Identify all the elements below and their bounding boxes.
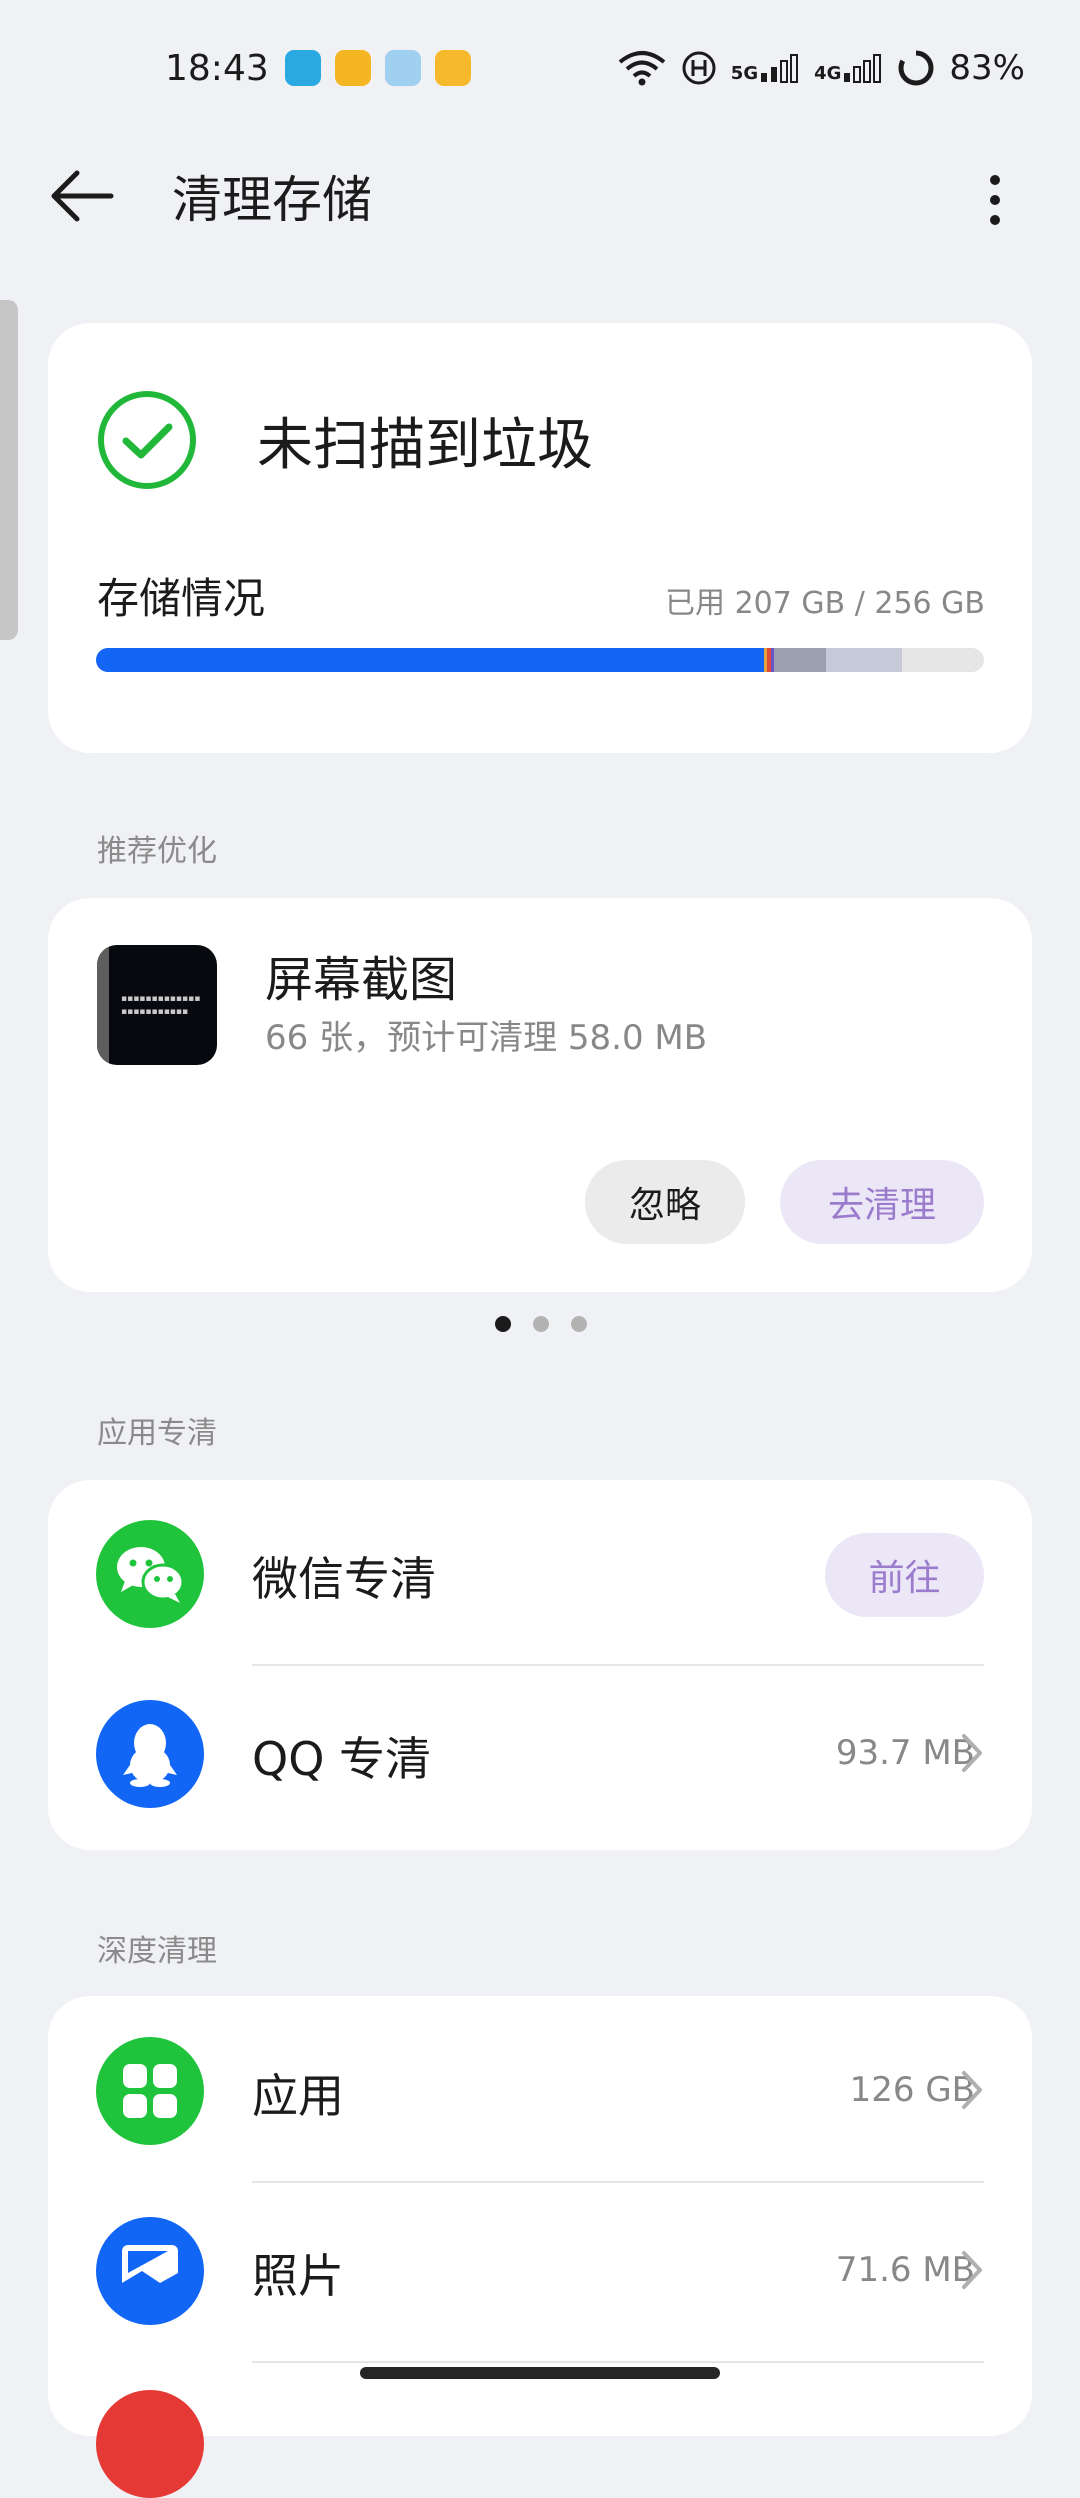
wechat-icon <box>96 1520 204 1628</box>
storage-usage-bar <box>96 648 984 672</box>
recommend-subtitle: 66 张，预计可清理 58.0 MB <box>265 1018 708 1058</box>
chevron-right-icon <box>962 2251 982 2289</box>
photos-size: 71.6 MB <box>835 2250 975 2290</box>
notification-icons <box>285 50 471 86</box>
video-app-notification-icon <box>285 50 321 86</box>
battery-ring-icon <box>898 50 934 86</box>
back-button[interactable] <box>45 160 125 240</box>
chevron-right-icon <box>962 1734 982 1772</box>
side-edge-handle[interactable] <box>0 300 18 640</box>
page-indicator <box>495 1316 587 1332</box>
bar-segment-other <box>774 648 826 672</box>
bar-segment-system <box>825 648 903 672</box>
wifi-icon <box>618 51 666 86</box>
storage-used-text: 已用 207 GB / 256 GB <box>665 586 985 621</box>
page-title: 清理存储 <box>172 171 372 229</box>
more-options-button[interactable] <box>975 160 1015 240</box>
home-indicator[interactable] <box>360 2367 720 2379</box>
section-label-app-clean: 应用专清 <box>97 1416 217 1451</box>
more-dot-icon <box>990 215 1000 225</box>
section-label-recommend: 推荐优化 <box>97 834 217 869</box>
status-time: 18:43 <box>165 48 269 89</box>
ignore-button[interactable]: 忽略 <box>585 1160 745 1244</box>
qq-clean-label: QQ 专清 <box>252 1732 432 1786</box>
game-app-notification-icon <box>385 50 421 86</box>
section-label-deep-clean: 深度清理 <box>97 1934 217 1969</box>
network-5g-label: 5G <box>730 63 759 84</box>
row-divider <box>252 2361 984 2363</box>
next-item-icon <box>96 2390 204 2498</box>
apps-label: 应用 <box>252 2069 344 2123</box>
go-clean-button[interactable]: 去清理 <box>780 1160 984 1244</box>
recommend-title: 屏幕截图 <box>265 952 458 1008</box>
photos-icon <box>96 2217 204 2325</box>
shop-app-notification-icon <box>435 50 471 86</box>
apps-size: 126 GB <box>849 2070 975 2110</box>
more-dot-icon <box>990 195 1000 205</box>
qq-clean-size: 93.7 MB <box>835 1733 975 1773</box>
signal-5g-icon: 5G <box>731 53 800 83</box>
chevron-right-icon <box>962 2071 982 2109</box>
page-dot[interactable] <box>571 1316 587 1332</box>
storage-label: 存储情况 <box>97 574 266 623</box>
wechat-clean-label: 微信专清 <box>252 1552 436 1606</box>
scan-status: 未扫描到垃圾 <box>257 413 593 478</box>
network-4g-label: 4G <box>814 63 842 84</box>
book-app-notification-icon <box>335 50 371 86</box>
thumbnail-content: ▪▪▪▪▪▪▪▪▪▪▪▪▪ ▪▪▪▪▪▪▪▪▪▪▪ <box>121 994 201 1017</box>
storage-summary-card <box>48 323 1032 753</box>
qq-icon <box>96 1700 204 1808</box>
check-circle-icon <box>98 391 196 489</box>
photos-label: 照片 <box>252 2249 344 2303</box>
screenshot-thumbnail: ▪▪▪▪▪▪▪▪▪▪▪▪▪ ▪▪▪▪▪▪▪▪▪▪▪ <box>97 945 217 1065</box>
wechat-go-button[interactable]: 前往 <box>825 1533 984 1617</box>
signal-4g-icon: 4G <box>814 53 883 83</box>
hd-voice-icon <box>682 51 716 85</box>
thumbnail-phone-edge <box>97 945 109 1065</box>
bar-segment-apps <box>96 648 764 672</box>
back-arrow-icon <box>51 170 114 222</box>
page-dot[interactable] <box>495 1316 511 1332</box>
apps-icon <box>96 2037 204 2145</box>
more-dot-icon <box>990 175 1000 185</box>
status-indicators: 5G 4G 83% <box>617 48 1025 88</box>
battery-percent: 83% <box>949 48 1025 88</box>
page-dot[interactable] <box>533 1316 549 1332</box>
